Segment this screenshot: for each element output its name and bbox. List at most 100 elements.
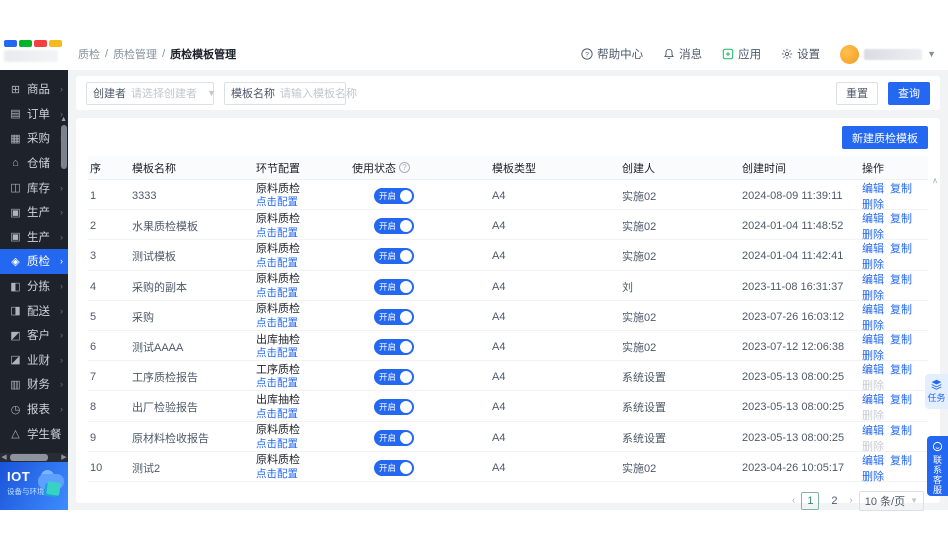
next-page-button[interactable]: › bbox=[849, 495, 852, 506]
configure-link[interactable]: 点击配置 bbox=[256, 287, 350, 300]
settings-button[interactable]: 设置 bbox=[781, 46, 820, 62]
sidebar-item[interactable]: ▣ 生产 › bbox=[0, 225, 68, 250]
configure-link[interactable]: 点击配置 bbox=[256, 196, 350, 209]
prev-page-button[interactable]: ‹ bbox=[792, 495, 795, 506]
sidebar-item[interactable]: ▥ 财务 › bbox=[0, 372, 68, 397]
status-toggle[interactable]: 开启 bbox=[374, 278, 414, 295]
page-size-select[interactable]: 10 条/页 ▼ bbox=[858, 490, 924, 511]
info-circle-icon[interactable]: ? bbox=[399, 162, 410, 173]
contact-support-tab[interactable]: 联系客服 bbox=[927, 436, 948, 496]
app-logo[interactable] bbox=[0, 38, 70, 70]
configure-link[interactable]: 点击配置 bbox=[256, 468, 350, 481]
delete-link[interactable]: 删除 bbox=[862, 199, 884, 211]
sidebar-scroll-up-icon[interactable]: ▲ bbox=[60, 116, 67, 123]
copy-link[interactable]: 复制 bbox=[890, 213, 912, 225]
cell-creator: 刘 bbox=[622, 281, 633, 294]
status-toggle[interactable]: 开启 bbox=[374, 459, 414, 476]
template-name-input[interactable]: 模板名称 请输入模板名称 bbox=[224, 81, 357, 105]
scrollbar-thumb[interactable] bbox=[10, 454, 48, 461]
configure-link[interactable]: 点击配置 bbox=[256, 347, 350, 360]
tasks-tab[interactable]: 任务 bbox=[925, 374, 948, 409]
sidebar-item[interactable]: ◧ 分拣 › bbox=[0, 274, 68, 299]
table-scroll-up-icon[interactable]: ∧ bbox=[932, 176, 938, 185]
edit-link[interactable]: 编辑 bbox=[862, 455, 884, 467]
edit-link[interactable]: 编辑 bbox=[862, 425, 884, 437]
apps-button[interactable]: 应用 bbox=[722, 46, 761, 62]
status-toggle[interactable]: 开启 bbox=[374, 429, 414, 446]
configure-link[interactable]: 点击配置 bbox=[256, 408, 350, 421]
breadcrumb-level-2[interactable]: 质检管理 bbox=[113, 46, 157, 62]
creator-select[interactable]: 创建者 请选择创建者 ▼ bbox=[86, 81, 216, 105]
help-center-button[interactable]: ? 帮助中心 bbox=[581, 46, 643, 62]
status-toggle[interactable]: 开启 bbox=[374, 188, 414, 204]
copy-link[interactable]: 复制 bbox=[890, 304, 912, 316]
delete-link[interactable]: 删除 bbox=[862, 380, 884, 392]
delete-link[interactable]: 删除 bbox=[862, 320, 884, 332]
sidebar-item[interactable]: ◫ 库存 › bbox=[0, 175, 68, 200]
copy-link[interactable]: 复制 bbox=[890, 364, 912, 376]
new-template-button[interactable]: 新建质检模板 bbox=[842, 126, 928, 149]
page-number[interactable]: 2 bbox=[825, 492, 843, 510]
edit-link[interactable]: 编辑 bbox=[862, 334, 884, 346]
copy-link[interactable]: 复制 bbox=[890, 425, 912, 437]
delete-link[interactable]: 删除 bbox=[862, 290, 884, 302]
edit-link[interactable]: 编辑 bbox=[862, 364, 884, 376]
reset-button[interactable]: 重置 bbox=[836, 81, 878, 105]
status-toggle[interactable]: 开启 bbox=[374, 308, 414, 325]
toggle-label: 开启 bbox=[379, 221, 397, 232]
status-toggle[interactable]: 开启 bbox=[374, 248, 414, 265]
edit-link[interactable]: 编辑 bbox=[862, 274, 884, 286]
copy-link[interactable]: 复制 bbox=[890, 243, 912, 255]
sidebar-item-label: 配送 bbox=[27, 305, 50, 318]
sidebar-item[interactable]: ◩ 客户 › bbox=[0, 323, 68, 348]
sidebar-item[interactable]: ◪ 业财 › bbox=[0, 348, 68, 373]
scroll-right-icon[interactable]: ▶ bbox=[60, 453, 68, 462]
delete-link[interactable]: 删除 bbox=[862, 410, 884, 422]
configure-link[interactable]: 点击配置 bbox=[256, 227, 350, 240]
page-number[interactable]: 1 bbox=[801, 491, 820, 510]
delete-link[interactable]: 删除 bbox=[862, 350, 884, 362]
copy-link[interactable]: 复制 bbox=[890, 394, 912, 406]
configure-link[interactable]: 点击配置 bbox=[256, 438, 350, 451]
copy-link[interactable]: 复制 bbox=[890, 274, 912, 286]
cell-creator: 系统设置 bbox=[622, 402, 666, 415]
copy-link[interactable]: 复制 bbox=[890, 334, 912, 346]
sidebar-item[interactable]: ▤ 订单 › bbox=[0, 102, 68, 127]
sidebar-item[interactable]: ⊞ 商品 › bbox=[0, 77, 68, 102]
sidebar-item[interactable]: ▣ 生产 › bbox=[0, 200, 68, 225]
status-toggle[interactable]: 开启 bbox=[374, 399, 414, 416]
sidebar-item[interactable]: △ 学生餐 bbox=[0, 421, 68, 446]
delete-link[interactable]: 删除 bbox=[862, 229, 884, 241]
sidebar-item[interactable]: ◈ 质检 › bbox=[0, 249, 68, 274]
iot-banner[interactable]: IOT 设备与环境 bbox=[0, 462, 68, 510]
configure-link[interactable]: 点击配置 bbox=[256, 377, 350, 390]
edit-link[interactable]: 编辑 bbox=[862, 183, 884, 195]
cell-template-name: 3333 bbox=[132, 190, 157, 202]
sidebar-item[interactable]: ◷ 报表 › bbox=[0, 397, 68, 422]
status-toggle[interactable]: 开启 bbox=[374, 338, 414, 355]
configure-link[interactable]: 点击配置 bbox=[256, 257, 350, 270]
search-button[interactable]: 查询 bbox=[888, 81, 930, 105]
sidebar-item[interactable]: ⌂ 仓储 › bbox=[0, 151, 68, 176]
messages-button[interactable]: 消息 bbox=[663, 46, 702, 62]
status-toggle[interactable]: 开启 bbox=[374, 218, 414, 235]
delete-link[interactable]: 删除 bbox=[862, 441, 884, 453]
sidebar-vertical-scrollbar[interactable] bbox=[61, 125, 67, 169]
delete-link[interactable]: 删除 bbox=[862, 259, 884, 271]
user-menu[interactable]: ▼ bbox=[840, 44, 936, 64]
copy-link[interactable]: 复制 bbox=[890, 455, 912, 467]
delete-link[interactable]: 删除 bbox=[862, 471, 884, 483]
breadcrumb-level-1[interactable]: 质检 bbox=[78, 46, 100, 62]
sidebar-item[interactable]: ▦ 采购 › bbox=[0, 126, 68, 151]
edit-link[interactable]: 编辑 bbox=[862, 243, 884, 255]
edit-link[interactable]: 编辑 bbox=[862, 304, 884, 316]
edit-link[interactable]: 编辑 bbox=[862, 394, 884, 406]
edit-link[interactable]: 编辑 bbox=[862, 213, 884, 225]
sidebar-horizontal-scrollbar[interactable]: ◀ ▶ bbox=[0, 453, 68, 462]
sidebar-item[interactable]: ◨ 配送 › bbox=[0, 298, 68, 323]
configure-link[interactable]: 点击配置 bbox=[256, 317, 350, 330]
scroll-left-icon[interactable]: ◀ bbox=[0, 453, 8, 462]
copy-link[interactable]: 复制 bbox=[890, 183, 912, 195]
status-toggle[interactable]: 开启 bbox=[374, 369, 414, 386]
cell-stage: 原料质检 点击配置 bbox=[254, 454, 350, 481]
